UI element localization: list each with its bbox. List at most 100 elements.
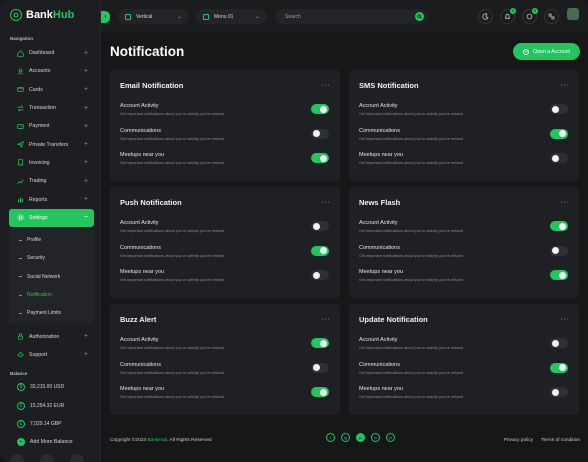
footer-brand-link[interactable]: BankHub (147, 438, 167, 443)
more-options-icon[interactable]: ··· (561, 82, 570, 89)
toggle-knob (552, 154, 559, 162)
notification-setting-row: Account Activity Get important notificati… (359, 335, 569, 360)
setting-toggle[interactable] (550, 387, 568, 397)
theme-toggle-icon[interactable] (478, 9, 493, 24)
setting-toggle[interactable] (550, 362, 568, 373)
facebook-icon[interactable]: f (326, 433, 335, 442)
menu-select[interactable]: Menu 01 ⌄ (196, 9, 267, 24)
setting-toggle[interactable] (311, 245, 329, 256)
setting-toggle[interactable] (550, 153, 568, 163)
setting-toggle[interactable] (311, 338, 329, 348)
setting-toggle[interactable] (550, 245, 568, 256)
sidebar-item-transaction[interactable]: Transaction + (9, 99, 94, 117)
apps-icon[interactable] (544, 9, 559, 24)
setting-toggle[interactable] (550, 338, 568, 348)
search-placeholder: Search (285, 13, 301, 20)
sidebar-item-reports[interactable]: Reports + (9, 190, 94, 208)
more-options-icon[interactable]: ··· (322, 82, 331, 89)
youtube-icon[interactable]: yt (386, 433, 395, 442)
pinterest-icon[interactable]: p (356, 433, 365, 442)
setting-toggle[interactable] (311, 387, 329, 397)
more-options-icon[interactable]: ··· (561, 316, 570, 323)
sidebar-item-trading[interactable]: Trading + (9, 172, 94, 190)
linkedin-icon[interactable]: in (371, 433, 380, 442)
card-title: SMS Notification (359, 80, 419, 90)
balance-gbp[interactable]: £7,029.14 GBP (9, 415, 94, 434)
notification-bell-icon[interactable]: 2 (500, 8, 516, 24)
topbar: ‹ Vertical ⌄ Menu 01 ⌄ Search 2 3 (101, 0, 588, 33)
card-title: Email Notification (120, 80, 184, 90)
setting-toggle[interactable] (311, 221, 329, 231)
submenu-item-profile[interactable]: Profile (9, 231, 94, 249)
menu-icon (203, 13, 209, 20)
brand[interactable]: BankHub (10, 9, 74, 21)
setting-label: Account Activity (120, 337, 159, 343)
sidebar-item-label: Trading (29, 178, 47, 185)
search-input[interactable]: Search (275, 9, 428, 24)
toggle-knob (559, 130, 566, 137)
submenu-item-notification[interactable]: Notification (9, 286, 94, 304)
sidebar-item-settings[interactable]: Settings − (9, 208, 94, 227)
submenu-item-social-network[interactable]: Social Network (9, 268, 94, 286)
more-options-icon[interactable]: ··· (322, 316, 331, 323)
sidebar-item-authorization[interactable]: Authorization + (9, 327, 94, 345)
privacy-policy-link[interactable]: Privacy policy (504, 438, 533, 443)
setting-description: Get important notifications about you or… (359, 346, 463, 350)
more-options-icon[interactable]: ··· (322, 199, 331, 206)
sidebar-item-accounts[interactable]: Accounts + (9, 62, 94, 80)
setting-toggle[interactable] (311, 128, 329, 139)
expand-icon: + (83, 122, 88, 130)
expand-icon: + (83, 104, 88, 112)
setting-toggle[interactable] (550, 221, 568, 231)
brand-name-b: Hub (52, 9, 75, 21)
balance-amount: 33,215.00 USD (30, 384, 65, 391)
footer: Copyright ©2023 BankHub. All Rights Rese… (110, 433, 580, 447)
setting-toggle[interactable] (311, 270, 329, 280)
avatar[interactable] (10, 454, 24, 462)
setting-toggle[interactable] (550, 104, 568, 114)
setting-description: Get important notifications about you or… (120, 278, 224, 282)
add-more-balance-button[interactable]: + Add More Balance (9, 434, 94, 450)
setting-toggle[interactable] (550, 128, 568, 139)
balance-eur[interactable]: €15,254.32 EUR (9, 397, 94, 416)
setting-label: Meetups near you (359, 152, 404, 158)
submenu-item-security[interactable]: Security (9, 249, 94, 267)
submenu-item-payment-limits[interactable]: Payment Limits (9, 304, 94, 322)
avatar[interactable] (567, 8, 579, 20)
notification-setting-row: Meetups near you Get important notificati… (359, 150, 569, 175)
setting-description: Get important notifications about you or… (359, 229, 463, 233)
instagram-icon[interactable]: ig (341, 433, 350, 442)
setting-label: Meetups near you (120, 152, 165, 158)
notification-setting-row: Meetups near you Get important notificati… (120, 384, 330, 409)
avatar[interactable] (40, 454, 54, 462)
setting-toggle[interactable] (311, 104, 329, 114)
footer-links: Privacy policy Terms of condition (504, 438, 580, 443)
sidebar-item-private-transfers[interactable]: Private Transfers + (9, 135, 94, 153)
layout-select[interactable]: Vertical ⌄ (118, 9, 189, 24)
open-account-button[interactable]: + Open a Account (513, 43, 580, 60)
setting-toggle[interactable] (550, 270, 568, 280)
avatar[interactable] (70, 454, 84, 462)
messages-icon[interactable]: 3 (522, 8, 538, 24)
setting-toggle[interactable] (311, 362, 329, 373)
sidebar-item-payment[interactable]: Payment + (9, 117, 94, 135)
sidebar-item-dashboard[interactable]: Dashboard + (9, 44, 94, 62)
sidebar-collapse-button[interactable]: ‹ (101, 11, 110, 23)
toggle-knob (313, 271, 320, 279)
card-header: News Flash ··· (359, 196, 569, 208)
sidebar-item-support[interactable]: Support + (9, 346, 94, 364)
terms-link[interactable]: Terms of condition (541, 438, 580, 443)
notification-setting-row: Communications Get important notification… (359, 243, 569, 268)
search-icon[interactable] (415, 12, 424, 21)
layout-select-value: Vertical (136, 13, 153, 20)
notification-setting-row: Meetups near you Get important notificati… (359, 267, 569, 292)
balance-usd[interactable]: $33,215.00 USD (9, 378, 94, 397)
expand-icon: + (83, 351, 88, 359)
main-content: Notification + Open a Account Email Notif… (101, 33, 588, 462)
sidebar-item-invoicing[interactable]: Invoicing + (9, 154, 94, 172)
more-options-icon[interactable]: ··· (561, 199, 570, 206)
setting-description: Get important notifications about you or… (120, 395, 224, 399)
sidebar-item-cards[interactable]: Cards + (9, 81, 94, 99)
setting-toggle[interactable] (311, 153, 329, 163)
setting-description: Get important notifications about you or… (359, 278, 463, 282)
